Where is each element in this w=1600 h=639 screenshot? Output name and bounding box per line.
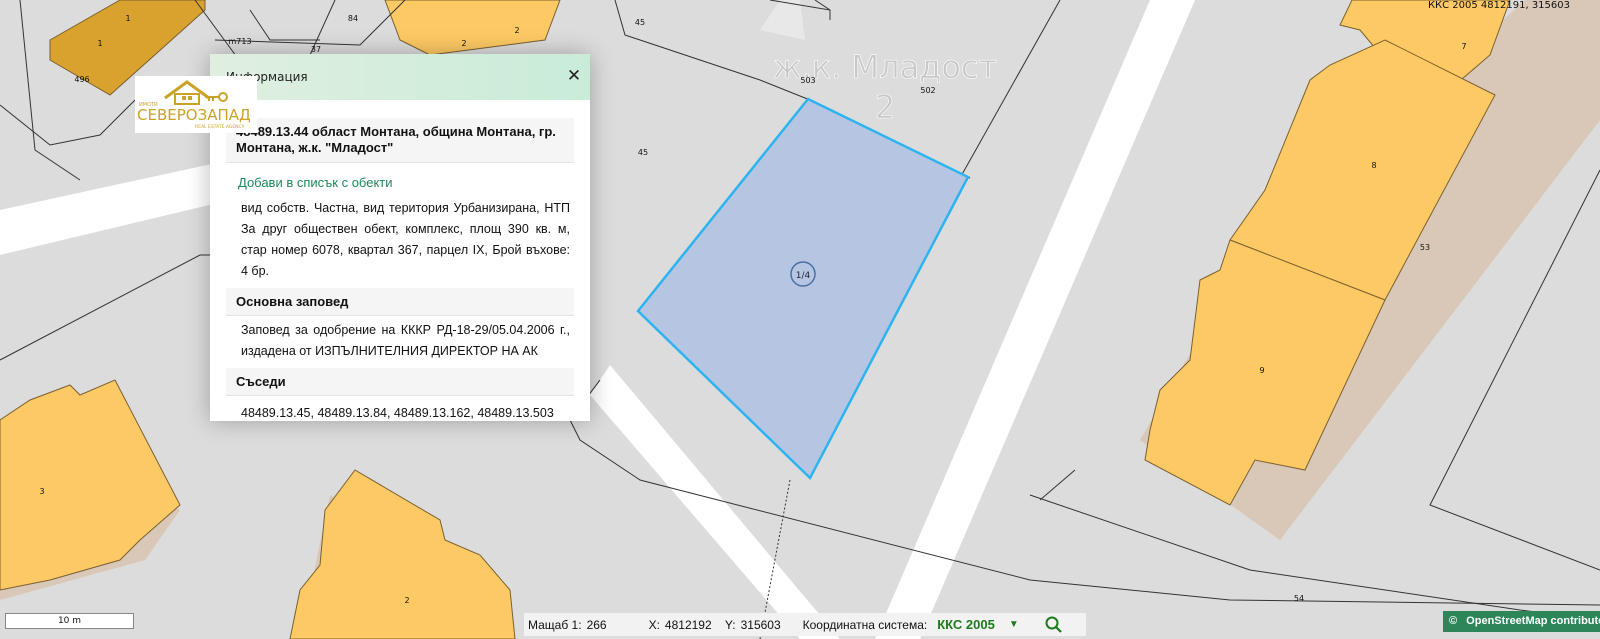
parcel-label: 2 bbox=[514, 26, 519, 35]
parcel-title: 48489.13.44 област Монтана, община Монта… bbox=[226, 118, 574, 163]
parcel-label: 37 bbox=[311, 45, 321, 54]
add-to-list-link[interactable]: Добави в списък с обекти bbox=[226, 163, 574, 194]
order-text: Заповед за одобрение на КККР РД-18-29/05… bbox=[241, 323, 570, 358]
y-value: 315603 bbox=[740, 617, 781, 632]
parcel-label: 84 bbox=[348, 14, 358, 23]
parcel-label: 2 bbox=[404, 596, 409, 605]
parcel-label: 45 bbox=[635, 18, 645, 27]
logo-tagline: REAL ESTATE AGENCY bbox=[195, 124, 245, 130]
parcel-label: 53 bbox=[1420, 243, 1430, 252]
parcel-description: вид собств. Частна, вид територия Урбани… bbox=[241, 201, 570, 278]
info-popup: Информация ✕ 48489.13.44 област Монтана,… bbox=[210, 54, 590, 421]
copyright-icon: © bbox=[1449, 615, 1458, 627]
order-section-title: Основна заповед bbox=[226, 288, 574, 316]
parcel-label: 8 bbox=[1371, 161, 1376, 170]
parcel-label: m713 bbox=[228, 37, 251, 46]
neighbors-section-title: Съседи bbox=[226, 368, 574, 396]
attribution[interactable]: © OpenStreetMap contributors bbox=[1443, 611, 1600, 632]
district-label-line2: 2 bbox=[875, 88, 895, 126]
chevron-down-icon[interactable]: ▼ bbox=[1009, 619, 1019, 630]
attribution-text[interactable]: OpenStreetMap contributors bbox=[1466, 615, 1600, 627]
parcel-label: 45 bbox=[638, 148, 648, 157]
parcel-label: 1 bbox=[125, 14, 130, 23]
parcel-label: 503 bbox=[800, 76, 815, 85]
parcel-label: 1 bbox=[97, 39, 102, 48]
y-label: Y: bbox=[724, 617, 736, 632]
scale-label: Мащаб 1: bbox=[528, 617, 582, 632]
status-bar: Мащаб 1: 266 X: 4812192 Y: 315603 Коорди… bbox=[524, 613, 1086, 636]
parcel-label: 54 bbox=[1294, 594, 1304, 603]
parcel-label: 502 bbox=[920, 86, 935, 95]
scale-value[interactable]: 266 bbox=[587, 618, 649, 632]
parcel-label: 496 bbox=[74, 75, 89, 84]
search-icon[interactable] bbox=[1045, 616, 1063, 634]
parcel-label: 9 bbox=[1259, 366, 1264, 375]
parcel-label: 2 bbox=[461, 39, 466, 48]
x-label: X: bbox=[648, 617, 660, 632]
logo-name: СЕВЕРОЗАПАД bbox=[137, 106, 251, 124]
parcel-label: 7 bbox=[1461, 42, 1466, 51]
selected-parcel[interactable] bbox=[636, 97, 970, 481]
logo-graphic: ИМОТИ СЕВЕРОЗАПАД REAL ESTATE AGENCY bbox=[137, 80, 251, 130]
close-icon[interactable]: ✕ bbox=[564, 66, 584, 86]
scale-bar: 10 m bbox=[5, 613, 134, 629]
x-value: 4812192 bbox=[664, 617, 712, 632]
coordinate-readout: ККС 2005 4812191, 315603 bbox=[1427, 0, 1570, 11]
popup-header: Информация ✕ bbox=[210, 54, 590, 100]
parcel-label: 3 bbox=[39, 487, 44, 496]
agency-logo: ИМОТИ СЕВЕРОЗАПАД REAL ESTATE AGENCY bbox=[135, 76, 257, 133]
crs-label: Координатна система: bbox=[802, 617, 928, 632]
neighbors-list: 48489.13.45, 48489.13.84, 48489.13.162, … bbox=[241, 406, 554, 420]
parcel-marker-label: 1/4 bbox=[796, 271, 811, 281]
crs-value[interactable]: ККС 2005 bbox=[937, 617, 995, 632]
